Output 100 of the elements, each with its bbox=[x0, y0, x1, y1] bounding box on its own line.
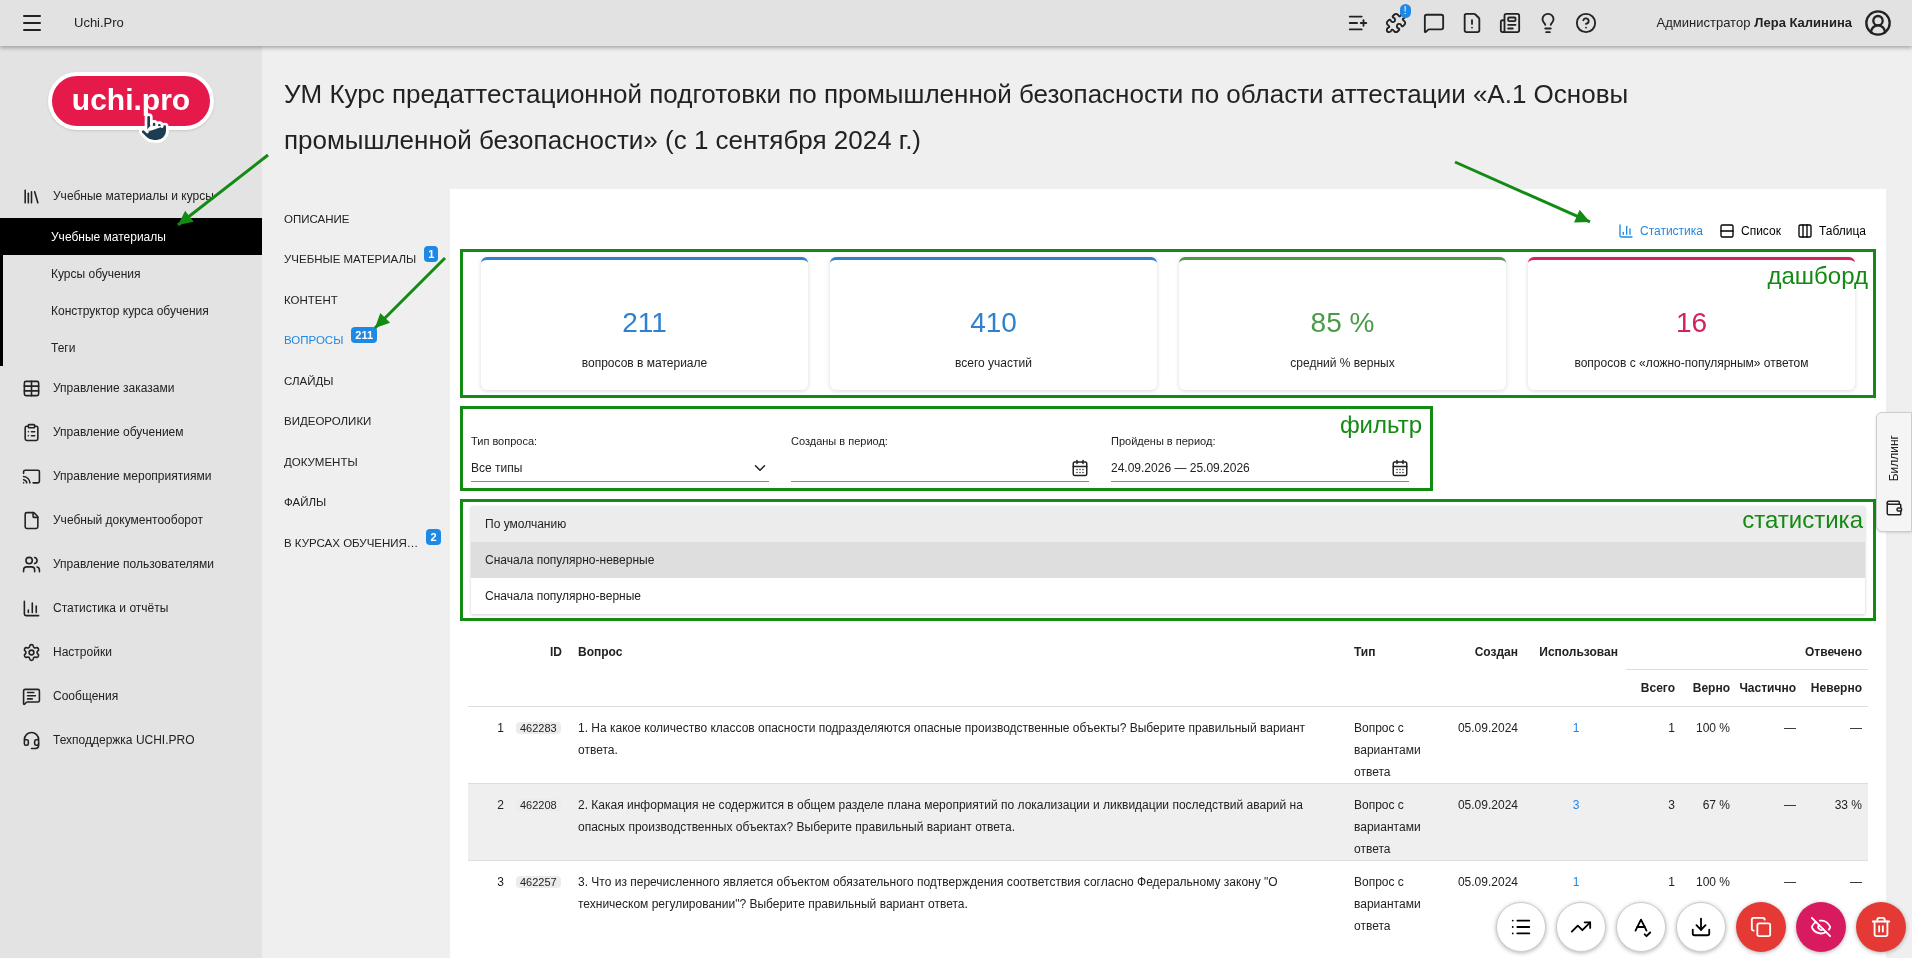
column-header: Неверно bbox=[1802, 669, 1868, 706]
table-cell: 05.09.2024 bbox=[1457, 874, 1518, 889]
stat-value: 211 bbox=[622, 306, 667, 340]
stat-label: средний % верных bbox=[1290, 355, 1395, 372]
sidebar-subitem[interactable]: Конструктор курса обучения bbox=[3, 292, 262, 329]
tab[interactable]: УЧЕБНЫЕ МАТЕРИАЛЫ bbox=[284, 251, 417, 269]
user-name[interactable]: Лера Калинина bbox=[1754, 13, 1852, 33]
sidebar-item[interactable]: Учебные материалы и курсы bbox=[0, 174, 262, 218]
sidebar-item[interactable]: Техподдержка UCHI.PRO bbox=[0, 718, 262, 762]
table-cell: — bbox=[1784, 874, 1796, 889]
page-title: УМ Курс предаттестационной подготовки по промышленной безопасности по области аттестации «А.1 Основы промышленной безопасности» (с 1 сентября 2024 г.) bbox=[284, 78, 1630, 157]
date-field[interactable]: 24.09.2026 — 25.09.2026 bbox=[1111, 455, 1409, 482]
table-cell: 100 % bbox=[1695, 874, 1730, 889]
help-icon[interactable] bbox=[1574, 12, 1597, 34]
select-field[interactable]: Все типы bbox=[471, 455, 769, 482]
rows-icon bbox=[1719, 223, 1735, 239]
count-badge: 211 bbox=[351, 326, 378, 343]
table-cell: 33 % bbox=[1834, 797, 1862, 812]
user-avatar-icon[interactable] bbox=[1864, 9, 1892, 37]
column-header: Создан bbox=[1446, 624, 1526, 706]
table-cell: 1. На какое количество классов опасности подразделяются опасные производственные объекты? Выберите правильный вариант ответа. bbox=[570, 706, 1346, 783]
sidebar-item[interactable]: Учебный документооборот bbox=[0, 498, 262, 542]
sidebar-item[interactable]: Статистика и отчёты bbox=[0, 586, 262, 630]
sidebar-subitem[interactable]: Курсы обучения bbox=[3, 255, 262, 292]
table-cell: 2 bbox=[468, 783, 508, 860]
tab[interactable]: ОПИСАНИЕ bbox=[284, 210, 350, 228]
column-header: Тип bbox=[1346, 624, 1446, 706]
column-header: Частично bbox=[1736, 669, 1802, 706]
stat-value: 16 bbox=[1675, 306, 1708, 340]
users-icon bbox=[22, 554, 41, 574]
library-icon bbox=[22, 186, 41, 206]
view-mode-button[interactable]: Статистика bbox=[1617, 222, 1703, 240]
annotation-label: фильтр bbox=[1339, 411, 1422, 439]
puzzle-icon[interactable] bbox=[1384, 12, 1407, 34]
stat-label: всего участий bbox=[955, 355, 1032, 372]
column-header: Всего bbox=[1626, 669, 1681, 706]
table-cell: 05.09.2024 bbox=[1457, 797, 1518, 812]
sidebar-subitem[interactable]: Учебные материалы bbox=[0, 218, 262, 255]
field-label: Созданы в период: bbox=[791, 434, 889, 449]
table-cell: 3 bbox=[1668, 797, 1675, 812]
tab[interactable]: В КУРСАХ ОБУЧЕНИЯ… bbox=[284, 534, 419, 552]
logo-text: uchi.pro bbox=[71, 81, 191, 118]
delete-icon bbox=[1870, 916, 1892, 938]
column-header: ID bbox=[508, 624, 570, 706]
tab[interactable]: ФАЙЛЫ bbox=[284, 494, 327, 512]
column-header: Использован bbox=[1526, 624, 1626, 706]
sidebar-item[interactable]: Настройки bbox=[0, 630, 262, 674]
table-cell: 1 bbox=[1668, 720, 1675, 735]
wallet-icon bbox=[1885, 499, 1903, 518]
id-chip: 462257 bbox=[516, 875, 561, 888]
tab[interactable]: КОНТЕНТ bbox=[284, 291, 338, 309]
usage-link[interactable]: 1 bbox=[1572, 874, 1580, 889]
sidebar-subitem[interactable]: Теги bbox=[3, 329, 262, 366]
clipboard-icon bbox=[22, 422, 41, 442]
stat-label: вопросов в материале bbox=[581, 355, 708, 372]
count-badge: 2 bbox=[426, 529, 441, 546]
calendar-icon bbox=[1391, 459, 1409, 477]
table-cell: — bbox=[1784, 720, 1796, 735]
view-mode-button[interactable]: Список bbox=[1719, 222, 1781, 240]
view-mode-button[interactable]: Таблица bbox=[1796, 222, 1866, 240]
stat-value: 85 % bbox=[1310, 306, 1375, 340]
table-cell: Вопрос с вариантами ответа bbox=[1346, 783, 1446, 860]
table-cell: 1 bbox=[1668, 874, 1675, 889]
columns-icon bbox=[1796, 223, 1813, 239]
table-cell: 1 bbox=[468, 706, 508, 783]
stat-value: 410 bbox=[970, 306, 1017, 340]
usage-link[interactable]: 1 bbox=[1572, 720, 1580, 735]
document-list-icon[interactable] bbox=[1498, 12, 1521, 34]
tab[interactable]: СЛАЙДЫ bbox=[284, 372, 334, 390]
sidebar-item[interactable]: Управление пользователями bbox=[0, 542, 262, 586]
bar-chart-icon bbox=[22, 598, 41, 618]
download-icon bbox=[1690, 916, 1712, 938]
annotation-label: статистика bbox=[1742, 505, 1863, 534]
tab[interactable]: ДОКУМЕНТЫ bbox=[284, 453, 358, 471]
annotation-label: дашборд bbox=[1767, 262, 1868, 290]
table-cell: Вопрос с вариантами ответа bbox=[1346, 706, 1446, 783]
app-name: Uchi.Pro bbox=[74, 14, 124, 33]
column-header: Отвечено bbox=[1626, 624, 1868, 669]
message-icon[interactable] bbox=[1422, 12, 1445, 34]
table-cell: 2. Какая информация не содержится в общем разделе плана мероприятий по локализации и ликвидации последствий аварий на опасных производственных объектах? Выберите правильный вариант ответа. bbox=[570, 783, 1346, 860]
file-icon bbox=[22, 510, 41, 530]
bar-chart-icon bbox=[1617, 223, 1634, 239]
sort-option[interactable]: Сначала популярно-верные bbox=[471, 577, 1865, 614]
table-cell: 3 bbox=[468, 860, 508, 937]
sidebar-item[interactable]: Управление мероприятиями bbox=[0, 454, 262, 498]
column-header: Верно bbox=[1681, 669, 1736, 706]
field-label: Тип вопроса: bbox=[471, 434, 539, 449]
cast-icon bbox=[22, 466, 41, 486]
sidebar-item[interactable]: Сообщения bbox=[0, 674, 262, 718]
sort-option[interactable]: Сначала популярно-неверные bbox=[471, 541, 1865, 578]
billing-tab[interactable]: Биллинг bbox=[1876, 412, 1912, 532]
id-chip: 462283 bbox=[516, 721, 561, 734]
table-cell: 100 % bbox=[1695, 720, 1730, 735]
sidebar-item[interactable]: Управление обучением bbox=[0, 410, 262, 454]
table-cell: Вопрос с вариантами ответа bbox=[1346, 860, 1446, 937]
table-cell: 67 % bbox=[1702, 797, 1730, 812]
message-icon bbox=[22, 686, 41, 706]
sidebar-item[interactable]: Управление заказами bbox=[0, 366, 262, 410]
calendar-icon bbox=[1071, 459, 1089, 477]
tab[interactable]: ВИДЕОРОЛИКИ bbox=[284, 413, 372, 431]
